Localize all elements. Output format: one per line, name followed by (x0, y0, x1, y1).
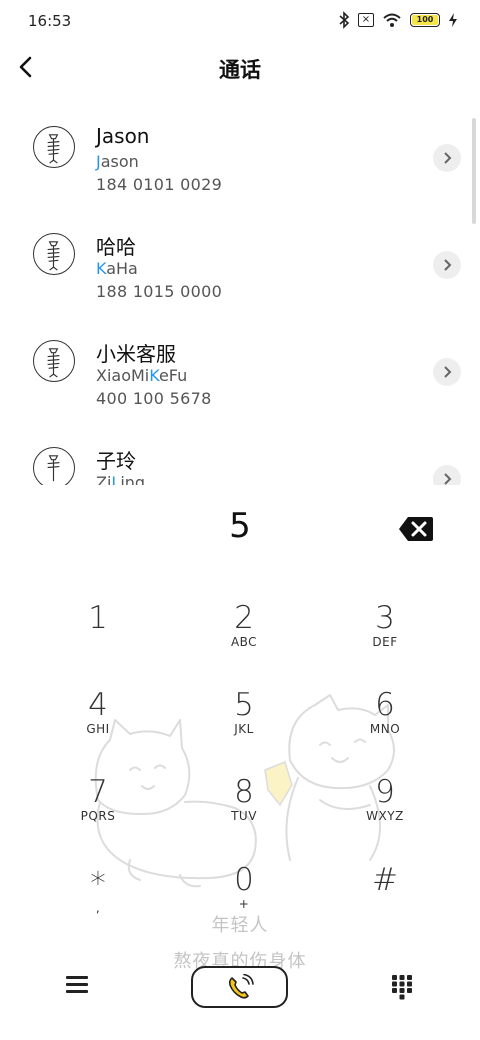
contact-phone: 400 100 5678 (96, 389, 212, 408)
bluetooth-icon (339, 11, 350, 29)
chevron-right-icon (444, 366, 452, 378)
contact-pinyin: ZiLing (96, 473, 145, 485)
key-5[interactable]: 5 JKL (184, 687, 304, 757)
pinyin-match: L (111, 473, 121, 485)
avatar (33, 126, 75, 168)
contact-phone: 188 1015 0000 (96, 282, 223, 301)
key-2[interactable]: 2 ABC (184, 600, 304, 670)
pinyin-prefix: Zi (96, 473, 112, 485)
pinyin-match: K (149, 366, 159, 385)
status-icons: × 100 (338, 11, 458, 29)
pinyin-match: K (96, 259, 107, 278)
menu-icon (66, 976, 88, 993)
contact-name: Jason (96, 124, 150, 148)
contact-row[interactable]: 子玲 ZiLing (0, 431, 480, 485)
pinyin-prefix: XiaoMi (96, 366, 150, 385)
key-digit: 6 (375, 687, 395, 723)
key-letters: TUV (231, 809, 257, 823)
key-3[interactable]: 3 DEF (325, 600, 445, 670)
contact-row[interactable]: 小米客服 XiaoMiKeFu 400 100 5678 (0, 324, 480, 424)
contact-detail-button[interactable] (433, 358, 461, 386)
key-letters: JKL (234, 722, 254, 736)
contact-name: 哈哈 (96, 235, 136, 259)
key-digit: 3 (375, 600, 395, 636)
key-letters: GHI (86, 722, 110, 736)
key-letters: ABC (230, 635, 258, 649)
contact-list[interactable]: Jason Jason 184 0101 0029 哈哈 KaHa 188 10… (0, 110, 480, 485)
contact-row[interactable]: 哈哈 KaHa 188 1015 0000 (0, 217, 480, 317)
call-button[interactable] (191, 966, 288, 1008)
key-digit: 2 (234, 600, 254, 636)
key-digit: 0 (234, 862, 254, 898)
key-digit: * (90, 866, 106, 902)
contact-detail-button[interactable] (433, 251, 461, 279)
avatar (33, 233, 75, 275)
key-digit: 4 (88, 687, 108, 723)
list-scrollbar[interactable] (472, 118, 476, 224)
contact-pinyin: XiaoMiKeFu (96, 366, 187, 385)
battery-level: 100 (412, 15, 438, 25)
pinyin-rest: aHa (106, 259, 138, 278)
contact-pinyin: KaHa (96, 259, 138, 278)
key-letters: PQRS (80, 809, 116, 823)
dialpad-icon (392, 975, 412, 1000)
fishbone-avatar-icon (47, 134, 60, 164)
theme-tagline-line1: 年轻人 (211, 915, 269, 936)
backspace-icon (399, 517, 433, 541)
contact-name: 子玲 (96, 449, 136, 473)
app-header: 通话 (0, 44, 480, 96)
key-digit: 1 (88, 600, 108, 636)
status-time: 16:53 (28, 12, 72, 30)
contact-pinyin: Jason (96, 152, 139, 171)
avatar (33, 340, 75, 382)
key-digit: 5 (234, 687, 254, 723)
chevron-right-icon (444, 473, 452, 485)
key-4[interactable]: 4 GHI (38, 687, 158, 757)
key-9[interactable]: 9 WXYZ (325, 774, 445, 844)
contact-detail-button[interactable] (433, 465, 461, 485)
chevron-right-icon (444, 152, 452, 164)
fishbone-avatar-icon (47, 455, 60, 482)
key-digit: 8 (234, 774, 254, 810)
contact-detail-button[interactable] (433, 144, 461, 172)
phone-call-icon (228, 974, 254, 999)
key-letters: + (238, 897, 250, 911)
key-letters: MNO (369, 722, 401, 736)
key-digit: # (372, 862, 398, 898)
menu-button[interactable] (66, 976, 88, 996)
fishbone-avatar-icon (47, 348, 60, 378)
pinyin-rest: eFu (158, 366, 188, 385)
keypad-toggle-button[interactable] (391, 974, 413, 1000)
key-6[interactable]: 6 MNO (325, 687, 445, 757)
delete-button[interactable] (398, 516, 434, 542)
charging-icon (449, 13, 457, 27)
pinyin-rest: ing (120, 473, 146, 485)
fishbone-avatar-icon (47, 241, 60, 271)
key-letters: WXYZ (366, 809, 404, 823)
contact-name: 小米客服 (96, 342, 176, 366)
contact-row[interactable]: Jason Jason 184 0101 0029 (0, 110, 480, 210)
key-7[interactable]: 7 PQRS (38, 774, 158, 844)
page-title: 通话 (219, 58, 261, 82)
key-digit: 7 (88, 774, 108, 810)
battery-icon: 100 (410, 13, 440, 27)
no-sim-icon: × (358, 13, 374, 27)
chevron-right-icon (444, 259, 452, 271)
key-1[interactable]: 1 (38, 600, 158, 670)
avatar (33, 447, 75, 485)
status-bar: 16:53 × 100 (0, 0, 480, 40)
key-8[interactable]: 8 TUV (184, 774, 304, 844)
wifi-icon (383, 13, 401, 27)
key-digit: 9 (375, 774, 395, 810)
key-letters: DEF (372, 635, 398, 649)
contact-phone: 184 0101 0029 (96, 175, 223, 194)
pinyin-rest: ason (100, 152, 139, 171)
